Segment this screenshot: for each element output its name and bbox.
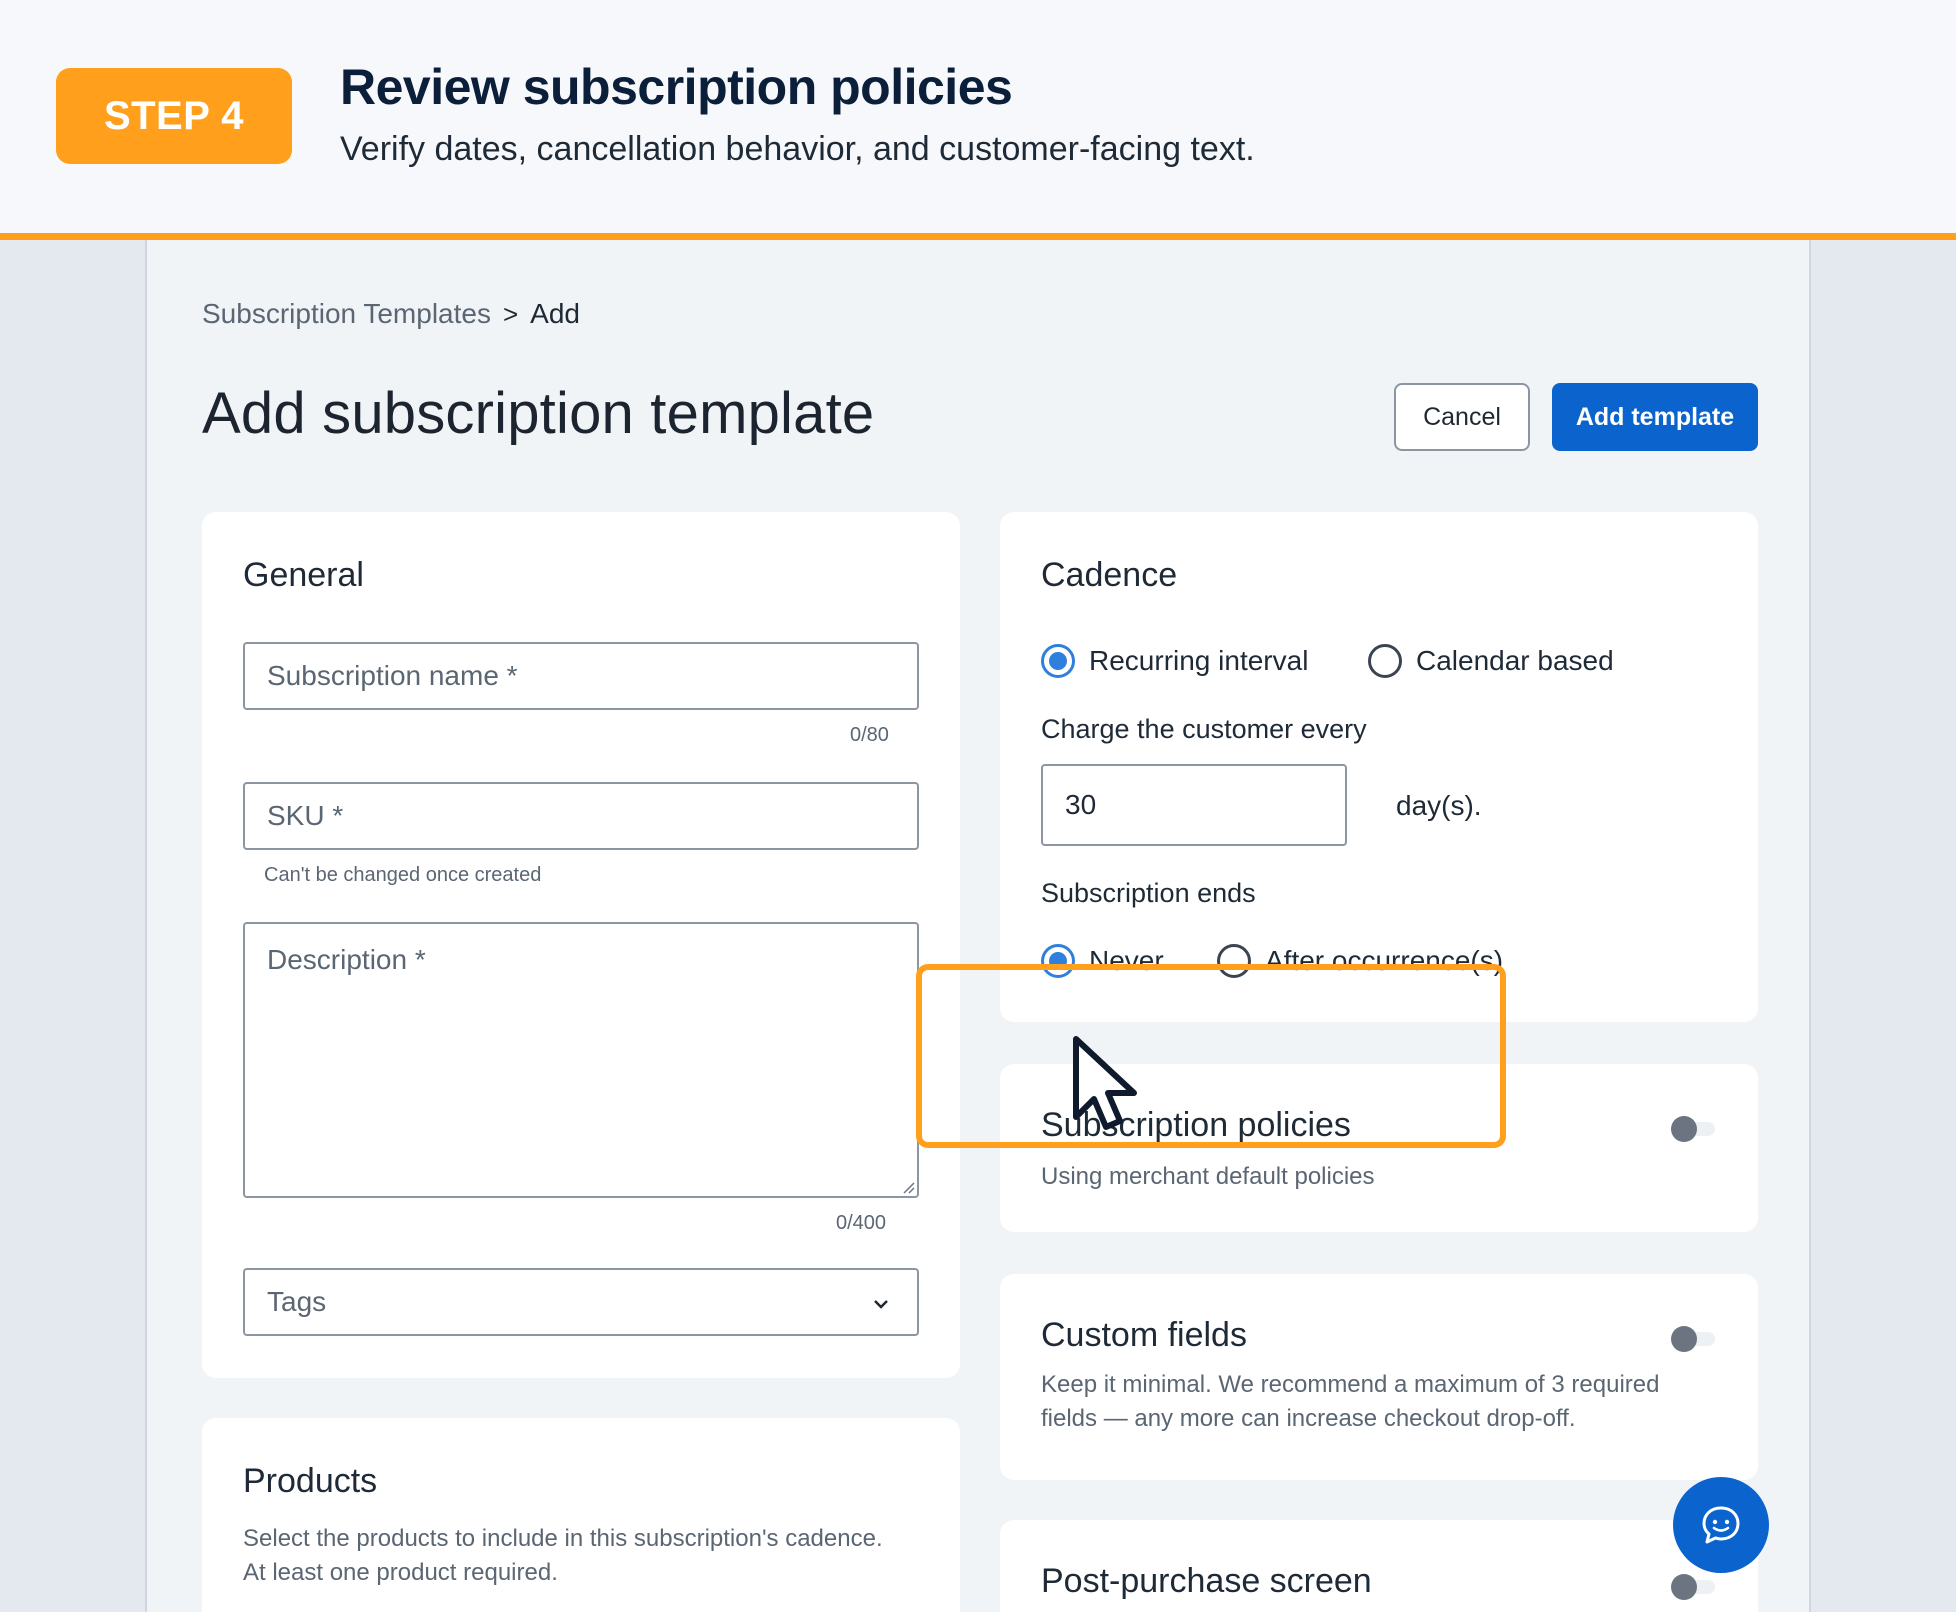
tags-placeholder: Tags	[267, 1286, 327, 1317]
cadence-card: Cadence Recurring interval Calendar base…	[1000, 512, 1758, 1022]
chevron-down-icon	[874, 1300, 888, 1309]
products-card: Products Select the products to include …	[202, 1418, 960, 1612]
description-placeholder: Description *	[267, 944, 426, 975]
interval-unit: day(s).	[1396, 790, 1482, 821]
custom-fields-toggle[interactable]	[1671, 1326, 1715, 1352]
products-description: Select the products to include in this s…	[243, 1525, 883, 1586]
products-title: Products	[243, 1462, 378, 1500]
radio-calendar-based[interactable]: Calendar based	[1368, 644, 1614, 678]
breadcrumb: Subscription Templates > Add	[202, 298, 580, 330]
subscription-name-input[interactable]: Subscription name *	[243, 642, 919, 710]
toggle-knob	[1671, 1326, 1697, 1352]
chat-icon	[1702, 1506, 1740, 1544]
post-purchase-toggle[interactable]	[1671, 1574, 1715, 1600]
resize-handle-icon[interactable]	[901, 1180, 915, 1194]
breadcrumb-parent-link[interactable]: Subscription Templates	[202, 298, 491, 330]
policies-toggle[interactable]	[1671, 1116, 1715, 1142]
name-char-counter: 0/80	[850, 724, 889, 746]
interval-input[interactable]: 30	[1041, 764, 1347, 846]
subscription-name-placeholder: Subscription name *	[267, 660, 518, 691]
custom-fields-card: Custom fields Keep it minimal. We recomm…	[1000, 1274, 1758, 1480]
page-title: Add subscription template	[202, 381, 875, 446]
general-card: General Subscription name * 0/80 SKU * C…	[202, 512, 960, 1378]
app-frame: Subscription Templates > Add Add subscri…	[145, 240, 1811, 1612]
cancel-button[interactable]: Cancel	[1394, 383, 1530, 451]
description-char-counter: 0/400	[836, 1212, 887, 1234]
radio-calendar-label: Calendar based	[1416, 645, 1614, 676]
step-subtitle: Verify dates, cancellation behavior, and…	[340, 130, 1255, 168]
cadence-title: Cadence	[1041, 556, 1178, 594]
breadcrumb-current: Add	[530, 298, 580, 329]
radio-recurring-interval[interactable]: Recurring interval	[1041, 644, 1308, 678]
general-title: General	[243, 556, 364, 594]
sku-placeholder: SKU *	[267, 800, 344, 831]
tags-select[interactable]: Tags	[243, 1268, 919, 1336]
add-template-button[interactable]: Add template	[1552, 383, 1758, 451]
custom-fields-title: Custom fields	[1041, 1316, 1247, 1354]
post-purchase-title: Post-purchase screen	[1041, 1562, 1372, 1600]
radio-button-selected[interactable]	[1041, 644, 1075, 678]
sku-input[interactable]: SKU *	[243, 782, 919, 850]
step-title: Review subscription policies	[340, 59, 1013, 115]
toggle-knob	[1671, 1574, 1697, 1600]
subscription-ends-label: Subscription ends	[1041, 878, 1256, 908]
chat-button[interactable]	[1673, 1477, 1769, 1573]
post-purchase-card: Post-purchase screen	[1000, 1520, 1758, 1612]
description-textarea[interactable]: Description *	[243, 922, 919, 1198]
radio-recurring-label: Recurring interval	[1089, 645, 1309, 676]
toggle-knob	[1671, 1116, 1697, 1142]
step-badge: STEP 4	[56, 68, 292, 164]
breadcrumb-separator: >	[502, 298, 519, 329]
step-banner: STEP 4 Review subscription policies Veri…	[0, 0, 1956, 240]
policies-description: Using merchant default policies	[1041, 1163, 1375, 1190]
radio-button[interactable]	[1368, 644, 1402, 678]
cursor-pointer-icon	[1073, 1036, 1137, 1130]
charge-label: Charge the customer every	[1041, 714, 1367, 744]
sku-helper-text: Can't be changed once created	[264, 864, 542, 886]
custom-fields-description: Keep it minimal. We recommend a maximum …	[1041, 1371, 1660, 1432]
highlight-box	[916, 964, 1506, 1148]
